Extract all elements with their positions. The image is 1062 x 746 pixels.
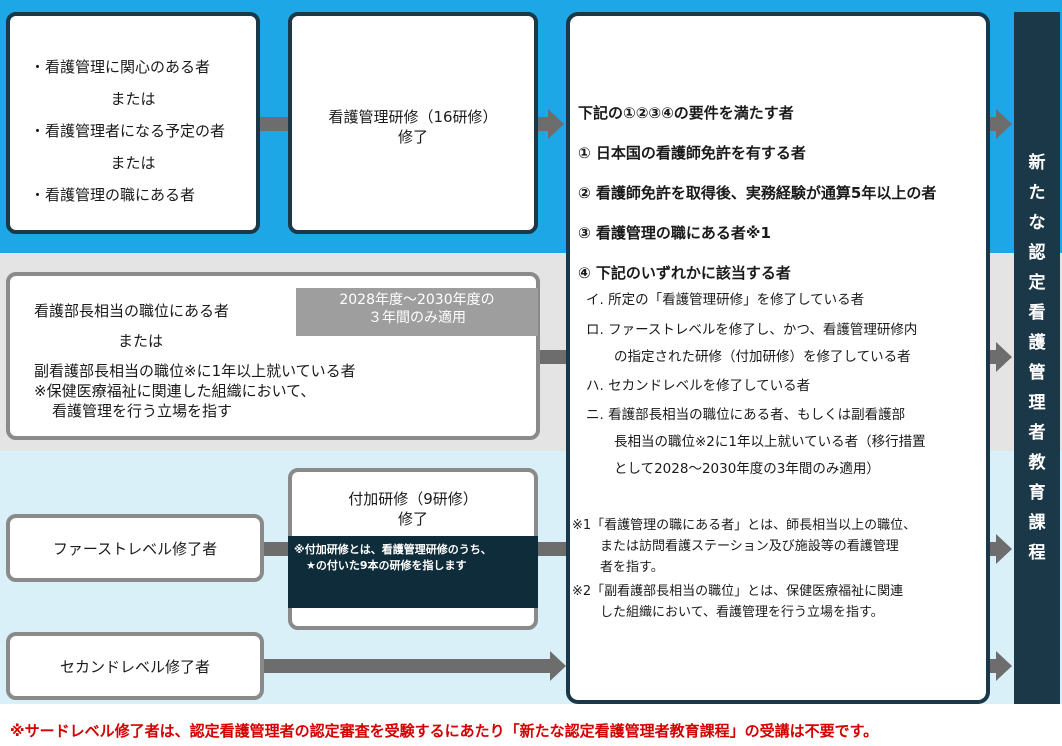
course-title-char: 者 (1028, 423, 1046, 443)
second-level-label: セカンドレベル修了者 (59, 658, 210, 676)
course-title-char: 育 (1028, 483, 1046, 503)
requirement-4-ni-1: ニ. 看護部長相当の職位にある者、もしくは副看護部 (586, 407, 906, 423)
course-title-char: 管 (1028, 363, 1046, 383)
arrow-middle-connector (540, 350, 566, 364)
requirement-4-i: イ. 所定の「看護管理研修」を修了している者 (586, 292, 865, 308)
eligibility-line-2: ・看護管理者になる予定の者 (30, 122, 226, 140)
arrow-top-to-requirements (538, 109, 564, 139)
course-title-char: 定 (1028, 273, 1046, 293)
course-title-char: 護 (1028, 333, 1046, 353)
footnote-1-line-2: または訪問看護ステーション及び施設等の看護管理 (600, 539, 899, 554)
requirements-box: 下記の①②③④の要件を満たす者 ① 日本国の看護師免許を有する者 ② 看護師免許… (566, 12, 990, 704)
footnote-2-line-2: した組織において、看護管理を行う立場を指す。 (600, 605, 884, 620)
requirement-4-ni-3: として2028～2030年度の3年間のみ適用） (614, 461, 880, 477)
eligibility-or-2: または (110, 154, 156, 172)
training-16-line-1: 看護管理研修（16研修） (328, 108, 498, 126)
director-line-2: 副看護部長相当の職位※に1年以上就いている者 (34, 362, 356, 380)
period-badge-line-1: 2028年度～2030年度の (339, 292, 495, 308)
arrow-additional-connector (538, 542, 566, 556)
requirement-2: ② 看護師免許を取得後、実務経験が通算5年以上の者 (578, 184, 937, 202)
first-level-box: ファーストレベル修了者 (6, 514, 264, 582)
footer-note: ※サードレベル修了者は、認定看護管理者の認定審査を受験するにあたり「新たな認定看… (10, 722, 879, 740)
course-title-char: 理 (1028, 393, 1046, 413)
requirement-4-ha: ハ. セカンドレベルを修了している者 (586, 378, 811, 394)
arrow-to-course-middle (990, 342, 1012, 372)
director-or: または (118, 332, 164, 350)
requirement-4-ni-2: 長相当の職位※2に1年以上就いている者（移行措置 (614, 434, 926, 450)
course-title-char: 認 (1028, 243, 1046, 263)
first-level-label: ファーストレベル修了者 (52, 540, 218, 558)
period-badge-line-2: ３年間のみ適用 (368, 309, 466, 326)
eligibility-box-interest: ・看護管理に関心のある者 または ・看護管理者になる予定の者 または ・看護管理… (6, 12, 260, 234)
course-title-char: 看 (1028, 303, 1046, 323)
course-title-char: 新 (1028, 153, 1046, 173)
director-note-2: 看護管理を行う立場を指す (52, 402, 233, 420)
director-note-1: ※保健医療福祉に関連した組織において、 (34, 382, 316, 400)
arrow-first-level-connector (264, 542, 288, 556)
footnote-1-line-1: ※1「看護管理の職にある者」とは、師長相当以上の職位、 (572, 518, 917, 533)
requirement-4: ④ 下記のいずれかに該当する者 (578, 264, 791, 282)
period-badge: 2028年度～2030年度の ３年間のみ適用 (296, 288, 538, 336)
arrow-connector-top-1 (260, 117, 288, 131)
course-title-vertical: 新 た な 認 定 看 護 管 理 者 教 育 課 程 (1014, 12, 1060, 704)
requirement-4-ro-1: ロ. ファーストレベルを修了し、かつ、看護管理研修内 (586, 322, 918, 338)
second-level-box: セカンドレベル修了者 (6, 632, 264, 700)
training-16-line-2: 修了 (397, 128, 428, 146)
eligibility-line-3: ・看護管理の職にある者 (30, 186, 196, 204)
additional-note-2: ★の付いた9本の研修を指します (306, 558, 467, 572)
director-line-1: 看護部長相当の職位にある者 (34, 302, 230, 320)
footnote-1-line-3: 者を指す。 (600, 560, 664, 575)
requirement-3: ③ 看護管理の職にある者※1 (578, 224, 771, 242)
arrow-to-course-lower (990, 534, 1012, 564)
course-title-char: 教 (1028, 453, 1046, 473)
arrow-to-course-top (990, 109, 1012, 139)
training-16-box: 看護管理研修（16研修） 修了 (288, 12, 538, 234)
course-title-char: た (1028, 183, 1046, 203)
footnote-2-line-1: ※2「副看護部長相当の職位」とは、保健医療福祉に関連 (572, 584, 904, 599)
additional-note-1: ※付加研修とは、看護管理研修のうち、 (294, 543, 492, 556)
eligibility-line-1: ・看護管理に関心のある者 (30, 58, 211, 76)
requirement-4-ro-2: の指定された研修（付加研修）を修了している者 (614, 349, 911, 365)
requirements-title: 下記の①②③④の要件を満たす者 (578, 104, 794, 122)
additional-line-2: 修了 (397, 510, 428, 528)
course-title-char: 程 (1028, 543, 1046, 563)
arrow-second-level (264, 651, 566, 681)
additional-training-note: ※付加研修とは、看護管理研修のうち、 ★の付いた9本の研修を指します (288, 536, 538, 608)
arrow-to-course-bottom (990, 651, 1012, 681)
course-title-char: な (1028, 213, 1046, 233)
eligibility-or-1: または (110, 90, 156, 108)
course-title-char: 課 (1028, 513, 1046, 533)
additional-line-1: 付加研修（9研修） (348, 490, 478, 508)
requirement-1: ① 日本国の看護師免許を有する者 (578, 144, 806, 162)
